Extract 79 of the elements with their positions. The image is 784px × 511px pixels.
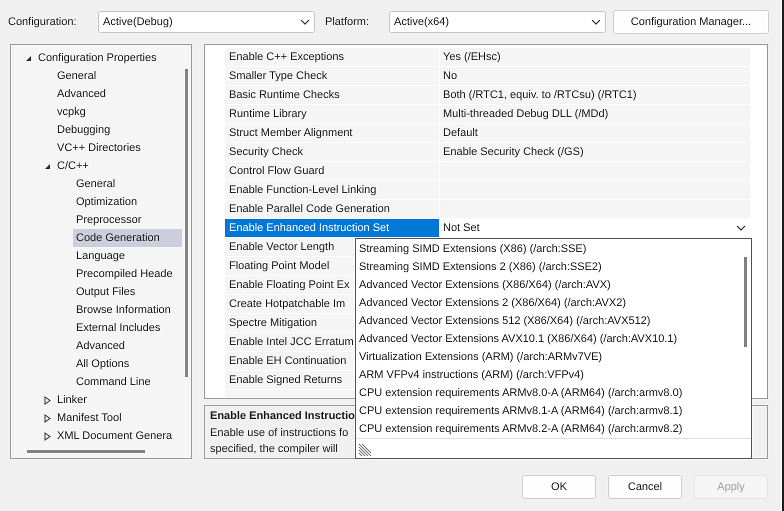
resize-grip-icon[interactable]: [358, 443, 372, 457]
property-name[interactable]: Security Check: [225, 143, 303, 161]
property-name[interactable]: Enable Function-Level Linking: [225, 181, 376, 199]
tree-item[interactable]: General: [73, 175, 182, 193]
tree-item[interactable]: Language: [73, 247, 182, 265]
tree-item[interactable]: Precompiled Heade: [73, 265, 182, 283]
dropdown-option[interactable]: Streaming SIMD Extensions (X86) (/arch:SSE): [356, 240, 739, 258]
property-value: Default: [442, 126, 478, 141]
tree-item[interactable]: Optimization: [73, 193, 182, 211]
chevron-down-icon: [300, 19, 310, 25]
configuration-dropdown[interactable]: Active(Debug): [98, 11, 315, 33]
property-name[interactable]: Enable Signed Returns: [225, 371, 342, 389]
property-name[interactable]: Enable Vector Length: [225, 238, 334, 256]
expanded-triangle-icon[interactable]: [24, 54, 32, 62]
tree-item[interactable]: Advanced: [54, 85, 182, 103]
collapsed-triangle-icon[interactable]: [44, 396, 50, 404]
tree-item[interactable]: vcpkg: [54, 103, 182, 121]
description-text: Enable use of instructions fo: [210, 426, 348, 441]
property-name[interactable]: Enable C++ Exceptions: [225, 48, 344, 66]
property-value: Yes (/EHsc): [442, 50, 501, 65]
dropdown-option[interactable]: CPU extension requirements ARMv8.1-A (ARM64) (/arch:armv8.1): [356, 402, 739, 420]
dropdown-option[interactable]: Advanced Vector Extensions 2 (X86/X64) (/arch:AVX2): [356, 294, 739, 312]
configuration-label: Configuration:: [8, 14, 78, 30]
collapsed-triangle-icon[interactable]: [44, 432, 50, 440]
platform-dropdown[interactable]: Active(x64): [389, 11, 606, 33]
property-value: Both (/RTC1, equiv. to /RTCsu) (/RTC1): [442, 88, 637, 103]
property-name[interactable]: Enable Intel JCC Erratum: [225, 333, 354, 351]
platform-label: Platform:: [325, 14, 370, 30]
dropdown-option[interactable]: Advanced Vector Extensions AVX10.1 (X86/X64) (/arch:AVX10.1): [356, 330, 739, 348]
tree-item[interactable]: General: [54, 67, 182, 85]
tree-item[interactable]: Command Line: [73, 373, 182, 391]
tree-item[interactable]: Browse Information: [73, 301, 182, 319]
tree-item[interactable]: XML Document Genera: [54, 427, 182, 445]
dropdown-option[interactable]: ARM VFPv4 instructions (ARM) (/arch:VFPv4): [356, 366, 739, 384]
dialog-button[interactable]: OK: [522, 475, 596, 499]
description-title: Enable Enhanced Instructio: [210, 409, 355, 424]
configuration-manager-button[interactable]: Configuration Manager...: [613, 10, 769, 34]
dropdown-option[interactable]: Advanced Vector Extensions (X86/X64) (/arch:AVX): [356, 276, 739, 294]
property-name[interactable]: Spectre Mitigation: [225, 314, 318, 332]
vertical-scrollbar[interactable]: [185, 69, 188, 377]
property-name[interactable]: Enable Floating Point Ex: [225, 276, 350, 294]
dialog-button[interactable]: Cancel: [608, 475, 682, 499]
tree-item[interactable]: Configuration Properties: [35, 49, 182, 67]
tree-item[interactable]: Advanced: [73, 337, 182, 355]
tree-item[interactable]: All Options: [73, 355, 182, 373]
property-name[interactable]: Runtime Library: [225, 105, 307, 123]
expanded-triangle-icon[interactable]: [44, 162, 50, 170]
property-value: Multi-threaded Debug DLL (/MDd): [442, 106, 608, 122]
tree-item[interactable]: Preprocessor: [73, 211, 182, 229]
dropdown-option[interactable]: CPU extension requirements ARMv8.0-A (ARM64) (/arch:armv8.0): [356, 384, 739, 402]
tree-item[interactable]: C/C++: [54, 157, 182, 175]
tree-item[interactable]: Debugging: [54, 121, 182, 139]
property-name[interactable]: Control Flow Guard: [225, 162, 324, 180]
property-name[interactable]: Struct Member Alignment: [225, 124, 352, 142]
value-combobox[interactable]: Not Set: [440, 219, 750, 237]
dropdown-option[interactable]: Advanced Vector Extensions 512 (X86/X64) (/arch:AVX512): [356, 312, 739, 330]
property-name[interactable]: Floating Point Model: [225, 257, 330, 275]
tree-item[interactable]: Linker: [54, 391, 182, 409]
property-name[interactable]: Basic Runtime Checks: [225, 86, 340, 104]
tree-item[interactable]: Code Generation: [73, 229, 182, 247]
chevron-down-icon: [591, 19, 601, 25]
collapsed-triangle-icon[interactable]: [44, 414, 50, 422]
property-name[interactable]: Enable Parallel Code Generation: [225, 200, 390, 218]
horizontal-scrollbar[interactable]: [27, 450, 145, 453]
tree-item[interactable]: External Includes: [73, 319, 182, 337]
dropdown-option[interactable]: Streaming SIMD Extensions 2 (X86) (/arch:SSE2): [356, 258, 739, 276]
chevron-down-icon: [736, 225, 746, 231]
dropdown-option[interactable]: Virtualization Extensions (ARM) (/arch:ARMv7VE): [356, 348, 739, 366]
tree-item[interactable]: VC++ Directories: [54, 139, 182, 157]
property-name[interactable]: Smaller Type Check: [225, 67, 328, 85]
property-value: Enable Security Check (/GS): [442, 144, 584, 160]
property-name[interactable]: Enable EH Continuation: [225, 352, 346, 370]
tree-item[interactable]: Manifest Tool: [54, 409, 182, 427]
tree-item[interactable]: Output Files: [73, 283, 182, 301]
dropdown-option[interactable]: CPU extension requirements ARMv8.2-A (ARM64) (/arch:armv8.2): [356, 420, 739, 438]
vertical-scrollbar[interactable]: [744, 257, 746, 347]
property-value: No: [442, 68, 458, 84]
property-name[interactable]: Create Hotpatchable Im: [225, 295, 346, 313]
description-text: specified, the compiler will: [210, 442, 338, 457]
